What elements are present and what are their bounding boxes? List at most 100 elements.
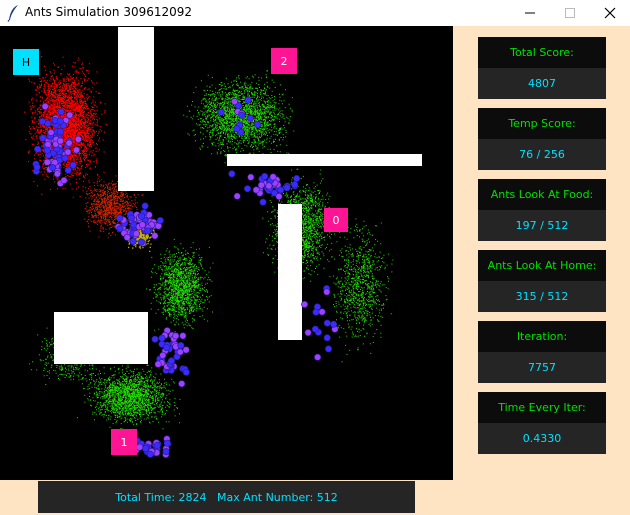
ant xyxy=(244,96,252,104)
ant xyxy=(156,217,164,225)
title-bar: Ants Simulation 309612092 xyxy=(0,0,630,26)
ant xyxy=(275,193,283,201)
food-label: 2 xyxy=(281,55,288,68)
feather-icon xyxy=(7,5,18,22)
ant xyxy=(138,221,146,229)
ant xyxy=(269,173,277,181)
ant xyxy=(151,335,159,343)
ant xyxy=(66,111,74,119)
ant xyxy=(141,202,149,210)
ant xyxy=(41,102,49,110)
ant xyxy=(318,308,326,316)
ant xyxy=(254,121,262,129)
ant xyxy=(153,441,161,449)
stat-label: Time Every Iter: xyxy=(478,392,606,423)
ant xyxy=(217,108,225,116)
maximize-button[interactable] xyxy=(550,0,590,26)
ant xyxy=(314,353,322,361)
food-source-0: 0 xyxy=(324,208,348,232)
ant xyxy=(57,108,65,116)
ant xyxy=(324,345,332,353)
ant xyxy=(277,186,285,194)
close-icon xyxy=(604,7,616,19)
ant xyxy=(47,129,55,137)
ant xyxy=(323,319,331,327)
ant xyxy=(123,233,131,241)
stat-value: 7757 xyxy=(478,352,606,383)
pheromone-particles xyxy=(145,238,214,336)
ant xyxy=(259,198,267,206)
stat-value: 76 / 256 xyxy=(478,139,606,170)
ant xyxy=(69,161,77,169)
ant xyxy=(182,368,190,376)
ant xyxy=(65,139,73,147)
footer-status: Total Time: 2824 Max Ant Number: 512 xyxy=(38,481,415,513)
home-nest: H xyxy=(13,49,39,75)
ant xyxy=(323,288,331,296)
minimize-button[interactable] xyxy=(510,0,550,26)
stat-label: Ants Look At Home: xyxy=(478,250,606,281)
ant xyxy=(138,212,146,220)
simulation-canvas: H 0 1 2 xyxy=(0,26,453,480)
ant xyxy=(61,154,69,162)
ant xyxy=(158,334,166,342)
pheromone-particles xyxy=(328,218,394,363)
ant xyxy=(151,232,159,240)
ant xyxy=(163,344,171,352)
ant xyxy=(265,182,273,190)
ant xyxy=(283,184,291,192)
ant xyxy=(252,186,260,194)
ant xyxy=(56,117,64,125)
ant xyxy=(182,346,190,354)
ant xyxy=(228,170,236,178)
ant xyxy=(43,158,51,166)
food-label: 0 xyxy=(333,214,340,227)
ant xyxy=(116,214,124,222)
ant xyxy=(162,448,170,456)
simulation-area: H 0 1 2 xyxy=(13,27,422,458)
ant xyxy=(130,221,138,229)
ant xyxy=(137,238,145,246)
stat-label: Total Score: xyxy=(478,37,606,68)
ant xyxy=(179,332,187,340)
ant xyxy=(129,238,137,246)
ant xyxy=(132,230,140,238)
stat-total-score: Total Score: 4807 xyxy=(478,37,606,99)
ant xyxy=(177,341,185,349)
ant xyxy=(136,443,144,451)
stat-ants-food: Ants Look At Food: 197 / 512 xyxy=(478,179,606,241)
ant xyxy=(56,128,64,136)
wall xyxy=(227,154,422,166)
stat-value: 315 / 512 xyxy=(478,281,606,312)
ant xyxy=(257,181,265,189)
ant xyxy=(233,125,241,133)
ant xyxy=(64,166,72,174)
stat-value: 4807 xyxy=(478,68,606,99)
food-source-2: 2 xyxy=(271,48,297,74)
close-button[interactable] xyxy=(590,0,630,26)
ant xyxy=(261,172,269,180)
ant xyxy=(163,439,171,447)
ant xyxy=(304,329,312,337)
wall xyxy=(118,27,154,191)
ant xyxy=(178,380,186,388)
window-title: Ants Simulation 309612092 xyxy=(25,5,193,19)
ant xyxy=(64,148,72,156)
ant xyxy=(159,351,167,359)
ant xyxy=(56,137,64,145)
stat-temp-score: Temp Score: 76 / 256 xyxy=(478,108,606,170)
maximize-icon xyxy=(565,8,575,18)
ant xyxy=(312,308,320,316)
ant xyxy=(49,164,57,172)
wall xyxy=(278,204,302,340)
ant xyxy=(246,114,254,122)
ant xyxy=(74,135,82,143)
ant xyxy=(293,175,301,183)
ant xyxy=(116,225,124,233)
stat-label: Ants Look At Food: xyxy=(478,179,606,210)
ant xyxy=(33,163,41,171)
minimize-icon xyxy=(525,12,535,14)
ant xyxy=(238,111,246,119)
ant xyxy=(330,320,338,328)
ant xyxy=(301,300,309,308)
